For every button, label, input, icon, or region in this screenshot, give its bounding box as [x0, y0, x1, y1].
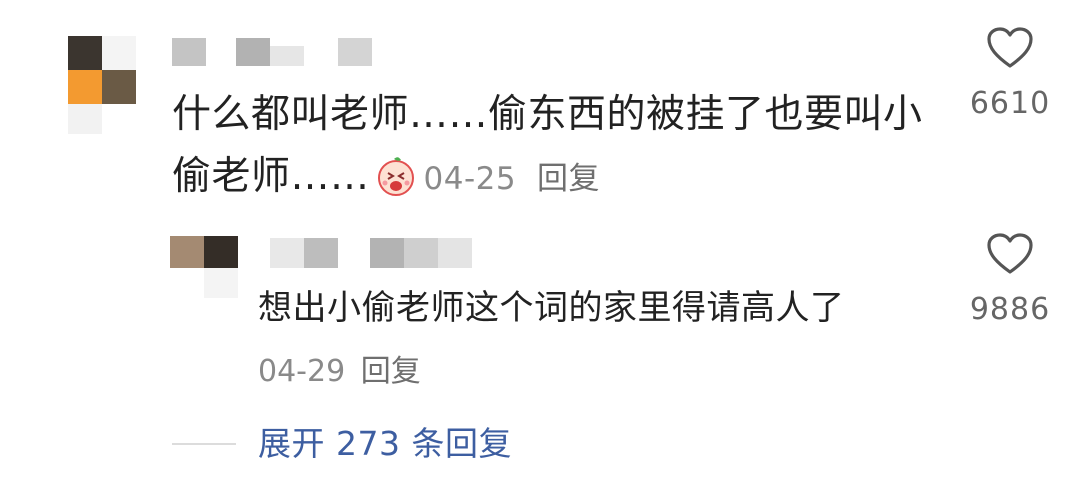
- avatar[interactable]: [68, 36, 136, 136]
- reply-username-blurred[interactable]: [270, 236, 480, 270]
- reply-body: 想出小偷老师这个词的家里得请高人了: [258, 288, 845, 328]
- reply-reply-button[interactable]: 回复: [361, 354, 421, 389]
- like-count: 6610: [969, 86, 1051, 121]
- username-blurred[interactable]: [172, 36, 372, 70]
- reply-button[interactable]: 回复: [537, 161, 600, 197]
- like-group: 6610: [955, 26, 1065, 121]
- comment-body: 什么都叫老师……偷东西的被挂了也要叫小偷老师…… 04-25 回复: [172, 84, 932, 210]
- comment-date: 04-25: [423, 161, 517, 197]
- reply-like-group: 9886: [955, 232, 1065, 327]
- expand-divider: [172, 443, 236, 445]
- heart-icon[interactable]: [986, 232, 1034, 276]
- expand-replies-button[interactable]: 展开 273 条回复: [258, 420, 512, 468]
- reply-avatar[interactable]: [170, 236, 238, 300]
- reply-meta: 04-29 回复: [258, 348, 421, 396]
- crying-face-emoji-icon: [374, 153, 418, 197]
- heart-icon[interactable]: [986, 26, 1034, 70]
- reply-like-count: 9886: [969, 292, 1051, 327]
- reply-date: 04-29: [258, 354, 346, 389]
